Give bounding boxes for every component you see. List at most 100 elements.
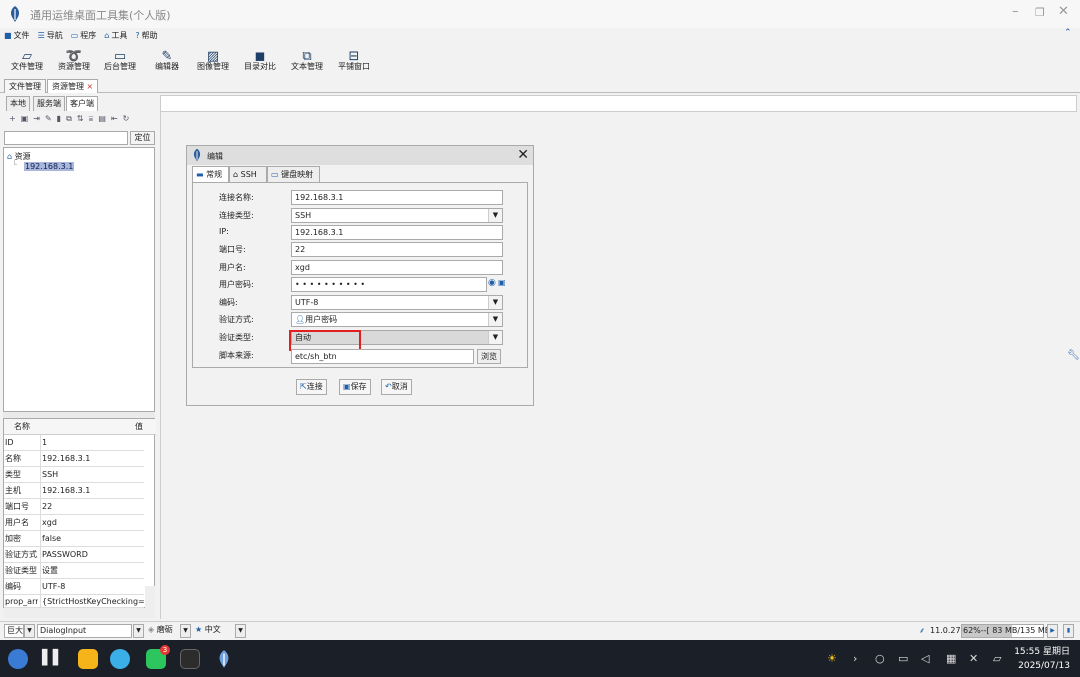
chevron-down-icon[interactable]: ▼ xyxy=(488,331,502,344)
menu-file[interactable]: ■ 文件 xyxy=(4,28,30,43)
brightness-icon[interactable]: ☀ xyxy=(827,652,837,665)
terminal-app-icon[interactable] xyxy=(180,649,200,669)
toolbar-backend-manager[interactable]: ▭ 后台管理 xyxy=(101,43,139,72)
chevron-down-icon[interactable]: ▼ xyxy=(488,313,502,326)
chevron-down-icon[interactable]: ▼ xyxy=(24,624,35,638)
tab-general[interactable]: ▬ 常规 xyxy=(192,166,229,182)
start-menu-icon[interactable] xyxy=(8,649,28,669)
menu-help[interactable]: ? 帮助 xyxy=(135,28,157,43)
table-row[interactable]: prop_arr{StrictHostKeyChecking=no, xyxy=(4,595,144,608)
delete-icon[interactable]: ▮ xyxy=(57,112,61,126)
table-row[interactable]: 主机 192.168.3.1 xyxy=(4,483,144,499)
clipboard-icon[interactable]: ▭ xyxy=(898,652,908,665)
horizontal-scrollbar[interactable] xyxy=(3,608,155,618)
auth-method-select[interactable]: 👤︎用户密码 ▼ xyxy=(291,312,503,327)
chevron-down-icon[interactable]: ▼ xyxy=(488,209,502,222)
column-value[interactable]: 值 xyxy=(135,419,143,435)
filter-icon[interactable]: ⩸ xyxy=(89,112,94,126)
edit-icon[interactable]: ✎ xyxy=(45,112,52,126)
file-manager-app-icon[interactable] xyxy=(78,649,98,669)
language-select[interactable]: ★ 中文 xyxy=(193,624,233,638)
tab-keymap[interactable]: ▭ 键盘映射 xyxy=(267,166,320,182)
refresh-icon[interactable]: ↻ xyxy=(123,112,130,126)
table-row[interactable]: ID 1 xyxy=(4,435,144,451)
table-row[interactable]: 编码 UTF-8 xyxy=(4,579,144,595)
password-field[interactable]: • • • • • • • • • • xyxy=(291,277,487,292)
connection-name-field[interactable]: 192.168.3.1 xyxy=(291,190,503,205)
tab-ssh[interactable]: ⌂ SSH xyxy=(229,166,267,182)
minimize-icon[interactable]: – xyxy=(1012,4,1019,19)
toolbar-resource-manager[interactable]: ➰ 资源管理 xyxy=(55,43,93,72)
connect-button[interactable]: ⇱连接 xyxy=(296,379,327,395)
save-button[interactable]: ▣保存 xyxy=(339,379,371,395)
toolbar-file-manager[interactable]: ▱ 文件管理 xyxy=(8,43,46,72)
keyboard-icon[interactable]: ▦ xyxy=(946,652,956,665)
export-icon[interactable]: ⇤ xyxy=(111,112,118,126)
table-row[interactable]: 类型 SSH xyxy=(4,467,144,483)
copy-icon[interactable]: ⧉ xyxy=(66,112,72,126)
browser-app-icon[interactable] xyxy=(110,649,130,669)
add-icon[interactable]: + xyxy=(9,112,16,126)
folder-add-icon[interactable]: ▣ xyxy=(21,112,29,126)
move-icon[interactable]: ⇅ xyxy=(77,112,84,126)
vertical-scrollbar[interactable] xyxy=(145,586,155,609)
font-size-select[interactable]: 巨大 xyxy=(4,624,24,638)
chevron-down-icon[interactable]: ▼ xyxy=(235,624,246,638)
volume-icon[interactable]: ◁ xyxy=(921,652,929,665)
username-field[interactable]: xgd xyxy=(291,260,503,275)
close-tab-icon[interactable]: × xyxy=(87,82,94,91)
script-source-field[interactable]: etc/sh_btn xyxy=(291,349,474,364)
table-row[interactable]: 名称 192.168.3.1 xyxy=(4,451,144,467)
collapse-toolbar-icon[interactable]: ⌃ xyxy=(1064,28,1072,38)
tree-root[interactable]: ⌂ 资源 xyxy=(7,151,31,162)
toolbar-dir-compare[interactable]: ◼ 目录对比 xyxy=(241,43,279,72)
chevron-down-icon[interactable]: ▼ xyxy=(488,296,502,309)
browse-button[interactable]: 浏览 xyxy=(477,349,501,364)
ops-tool-app-icon[interactable] xyxy=(214,649,234,669)
tab-server[interactable]: 服务端 xyxy=(33,96,65,111)
close-window-icon[interactable]: ✕ xyxy=(1058,4,1069,19)
wrench-icon[interactable]: 🔧︎ xyxy=(1067,350,1080,361)
doc-tab-resource-manager[interactable]: 资源管理 × xyxy=(47,79,99,93)
ip-field[interactable]: 192.168.3.1 xyxy=(291,225,503,240)
menu-tools[interactable]: ⌂ 工具 xyxy=(104,28,127,43)
encoding-select[interactable]: UTF-8 ▼ xyxy=(291,295,503,310)
theme-select[interactable]: ◈ 磨砺 xyxy=(146,624,179,638)
import-icon[interactable]: ⇥ xyxy=(33,112,40,126)
dialog-close-icon[interactable]: ✕ xyxy=(517,147,529,163)
dialog-style-select[interactable]: DialogInput xyxy=(37,624,132,638)
connection-type-select[interactable]: SSH ▼ xyxy=(291,208,503,223)
network-icon[interactable]: ✕ xyxy=(969,652,978,665)
table-row[interactable]: 端口号 22 xyxy=(4,499,144,515)
toolbar-text-manager[interactable]: ⧉ 文本管理 xyxy=(288,43,326,72)
cancel-button[interactable]: ↶取消 xyxy=(381,379,412,395)
tree-node[interactable]: 192.168.3.1 xyxy=(24,162,75,171)
restore-icon[interactable]: ❐ xyxy=(1035,6,1045,19)
eye-icon[interactable]: ◉ xyxy=(488,278,496,288)
toolbar-tile-windows[interactable]: ⊟ 平铺窗口 xyxy=(335,43,373,72)
clock[interactable]: 15:55 星期日 2025/07/13 xyxy=(1006,645,1070,673)
table-row[interactable]: 用户名 xgd xyxy=(4,515,144,531)
chevron-down-icon[interactable]: ▼ xyxy=(180,624,191,638)
locate-button[interactable]: 定位 xyxy=(130,131,155,145)
table-row[interactable]: 加密 false xyxy=(4,531,144,547)
trash-icon[interactable]: ▮ xyxy=(1063,624,1074,638)
multitask-icon[interactable]: ▌▌ xyxy=(42,650,64,666)
chevron-down-icon[interactable]: ▼ xyxy=(133,624,144,638)
tab-local[interactable]: 本地 xyxy=(6,96,30,111)
toolbar-image-manager[interactable]: ▨ 图像管理 xyxy=(194,43,232,72)
tab-client[interactable]: 客户端 xyxy=(66,96,98,111)
paste-icon[interactable]: ▤ xyxy=(98,112,106,126)
chevron-right-icon[interactable]: › xyxy=(853,652,857,665)
tree-search-input[interactable] xyxy=(4,131,128,145)
menu-nav[interactable]: ☰ 导航 xyxy=(38,28,63,43)
table-row[interactable]: 验证类型 设置 xyxy=(4,563,144,579)
search-icon[interactable]: ○ xyxy=(875,652,885,665)
table-row[interactable]: 验证方式 PASSWORD xyxy=(4,547,144,563)
message-icon[interactable]: ▱ xyxy=(993,652,1001,665)
port-field[interactable]: 22 xyxy=(291,242,503,257)
doc-tab-file-manager[interactable]: 文件管理 xyxy=(4,79,46,93)
toolbar-editor[interactable]: ✎ 编辑器 xyxy=(151,43,183,72)
column-name[interactable]: 名称 xyxy=(14,419,30,435)
play-icon[interactable]: ▶ xyxy=(1047,624,1058,638)
